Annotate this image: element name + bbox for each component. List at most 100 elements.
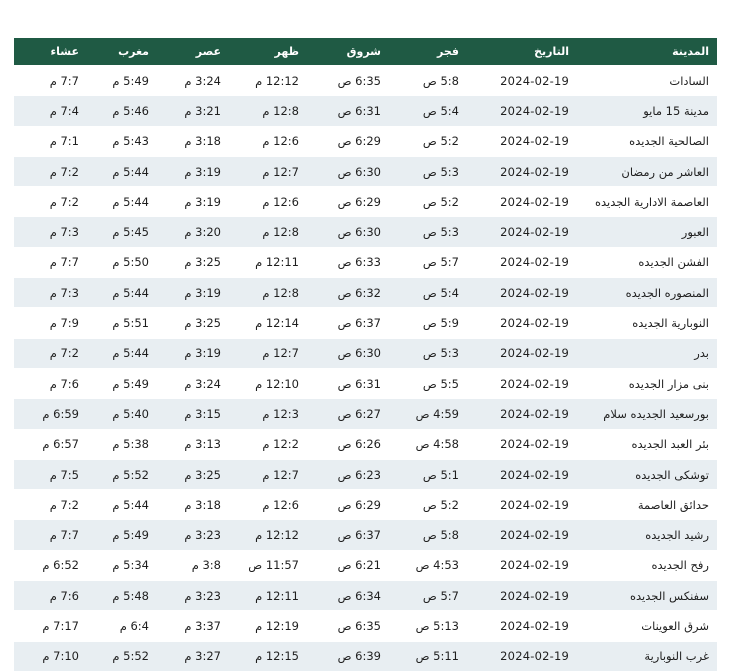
table-row: الصالحية الجديده 2024-02-19 5:2 ص 6:29 ص 12:… (14, 125, 717, 157)
cell-asr: 3:24 م (157, 64, 229, 96)
cell-city: السادات (577, 64, 717, 96)
cell-date: 2024-02-19 (467, 610, 577, 642)
header-asr: عصر (157, 38, 229, 66)
table-row: رفح الجديده 2024-02-19 4:53 ص 6:21 ص 11:57 ص… (14, 549, 717, 581)
table-row: غرب النوبارية 2024-02-19 5:11 ص 6:39 ص 12:15… (14, 640, 717, 671)
cell-city: توشكى الجديده (577, 458, 717, 490)
cell-city: بورسعيد الجديده سلام (577, 398, 717, 430)
cell-city: المنصوره الجديده (577, 277, 717, 308)
cell-dhuhr: 12:2 م (229, 428, 307, 460)
cell-date: 2024-02-19 (467, 337, 577, 369)
table-row: السادات 2024-02-19 5:8 ص 6:35 ص 12:12 م 3:24 … (14, 64, 717, 96)
cell-sunrise: 6:35 ص (307, 610, 389, 642)
cell-fajr: 5:4 ص (389, 95, 467, 127)
cell-isha: 7:6 م (14, 580, 87, 611)
table-header: المدينة التاريخ فجر شروق ظهر عصر مغرب عش… (14, 38, 717, 66)
cell-fajr: 5:3 ص (389, 216, 467, 248)
date-value: 2024-02-19 (500, 134, 569, 149)
cell-date: 2024-02-19 (467, 307, 577, 339)
cell-date: 2024-02-19 (467, 246, 577, 278)
date-value: 2024-02-19 (500, 376, 569, 391)
cell-asr: 3:25 م (157, 246, 229, 278)
cell-isha: 7:2 م (14, 337, 87, 369)
cell-isha: 7:7 م (14, 246, 87, 278)
cell-fajr: 5:7 ص (389, 246, 467, 278)
cell-city: بئر العبد الجديده (577, 428, 717, 460)
table-row: شرق العوينات 2024-02-19 5:13 ص 6:35 ص 12:19 … (14, 610, 717, 642)
cell-fajr: 5:9 ص (389, 307, 467, 339)
cell-dhuhr: 12:8 م (229, 216, 307, 248)
cell-isha: 6:52 م (14, 549, 87, 581)
cell-fajr: 5:11 ص (389, 640, 467, 671)
cell-fajr: 5:2 ص (389, 489, 467, 520)
cell-date: 2024-02-19 (467, 64, 577, 96)
cell-isha: 7:17 م (14, 610, 87, 642)
table-row: بورسعيد الجديده سلام 2024-02-19 4:59 ص 6:27… (14, 398, 717, 430)
cell-maghrib: 5:43 م (87, 125, 157, 157)
table-row: مدينة 15 مايو 2024-02-19 5:4 ص 6:31 ص 12:8 م… (14, 95, 717, 127)
cell-sunrise: 6:30 ص (307, 337, 389, 369)
cell-city: الفشن الجديده (577, 246, 717, 278)
header-fajr: فجر (389, 38, 467, 66)
cell-city: النوبارية الجديده (577, 307, 717, 339)
cell-maghrib: 5:49 م (87, 64, 157, 96)
cell-asr: 3:19 م (157, 277, 229, 308)
cell-fajr: 5:7 ص (389, 580, 467, 611)
cell-fajr: 5:3 ص (389, 155, 467, 187)
cell-city: بدر (577, 337, 717, 369)
header-date: التاريخ (467, 38, 577, 66)
cell-maghrib: 5:50 م (87, 246, 157, 278)
cell-date: 2024-02-19 (467, 489, 577, 520)
cell-sunrise: 6:29 ص (307, 489, 389, 520)
cell-sunrise: 6:30 ص (307, 155, 389, 187)
cell-city: العبور (577, 216, 717, 248)
cell-maghrib: 5:52 م (87, 458, 157, 490)
table-row: بدر 2024-02-19 5:3 ص 6:30 ص 12:7 م 3:19 م 5:44… (14, 337, 717, 369)
cell-dhuhr: 12:7 م (229, 155, 307, 187)
cell-sunrise: 6:34 ص (307, 580, 389, 611)
cell-maghrib: 5:52 م (87, 640, 157, 671)
cell-dhuhr: 12:3 م (229, 398, 307, 430)
cell-date: 2024-02-19 (467, 428, 577, 460)
cell-dhuhr: 12:15 م (229, 640, 307, 671)
date-value: 2024-02-19 (500, 649, 569, 664)
cell-dhuhr: 12:6 م (229, 186, 307, 217)
cell-sunrise: 6:37 ص (307, 519, 389, 551)
cell-city: رفح الجديده (577, 549, 717, 581)
cell-city: العاصمة الادارية الجديده (577, 186, 717, 217)
cell-date: 2024-02-19 (467, 277, 577, 308)
cell-maghrib: 5:49 م (87, 367, 157, 399)
cell-dhuhr: 12:11 م (229, 580, 307, 611)
cell-maghrib: 5:44 م (87, 337, 157, 369)
cell-isha: 7:10 م (14, 640, 87, 671)
cell-asr: 3:24 م (157, 367, 229, 399)
header-dhuhr: ظهر (229, 38, 307, 66)
table-row: الفشن الجديده 2024-02-19 5:7 ص 6:33 ص 12:11 … (14, 246, 717, 278)
header-sunrise: شروق (307, 38, 389, 66)
date-value: 2024-02-19 (500, 618, 569, 633)
cell-asr: 3:23 م (157, 519, 229, 551)
cell-maghrib: 5:49 م (87, 519, 157, 551)
date-value: 2024-02-19 (500, 497, 569, 512)
cell-dhuhr: 12:11 م (229, 246, 307, 278)
date-value: 2024-02-19 (500, 316, 569, 331)
cell-sunrise: 6:30 ص (307, 216, 389, 248)
date-value: 2024-02-19 (500, 406, 569, 421)
cell-dhuhr: 12:10 م (229, 367, 307, 399)
date-value: 2024-02-19 (500, 194, 569, 209)
prayer-times-table: المدينة التاريخ فجر شروق ظهر عصر مغرب عش… (14, 38, 717, 671)
cell-date: 2024-02-19 (467, 216, 577, 248)
cell-dhuhr: 12:7 م (229, 337, 307, 369)
cell-sunrise: 6:21 ص (307, 549, 389, 581)
cell-city: الصالحية الجديده (577, 125, 717, 157)
cell-fajr: 5:4 ص (389, 277, 467, 308)
cell-asr: 3:19 م (157, 337, 229, 369)
prayer-times-table-container: المدينة التاريخ فجر شروق ظهر عصر مغرب عش… (14, 38, 717, 671)
table-body: السادات 2024-02-19 5:8 ص 6:35 ص 12:12 م 3:24 … (14, 64, 717, 671)
cell-asr: 3:19 م (157, 186, 229, 217)
cell-dhuhr: 12:8 م (229, 277, 307, 308)
cell-asr: 3:25 م (157, 458, 229, 490)
date-value: 2024-02-19 (500, 558, 569, 573)
table-row: بنى مزار الجديده 2024-02-19 5:5 ص 6:31 ص 12:… (14, 367, 717, 399)
cell-fajr: 5:2 ص (389, 125, 467, 157)
